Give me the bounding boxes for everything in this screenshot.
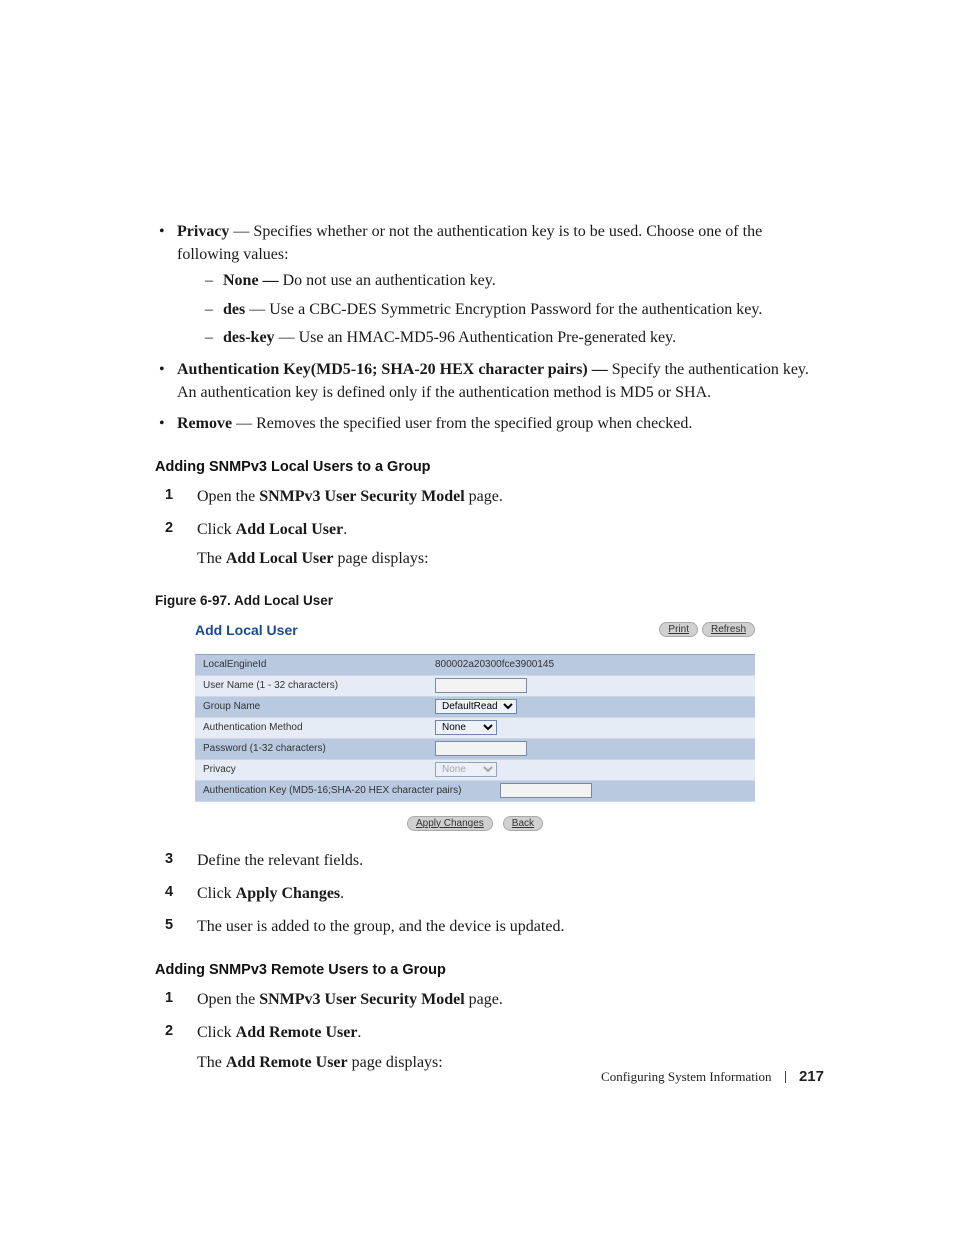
screenshot-title: Add Local User — [195, 622, 298, 638]
value-localengine: 800002a20300fce3900145 — [433, 659, 554, 670]
row-localengine: LocalEngineId 800002a20300fce3900145 — [195, 655, 755, 676]
step-post: page. — [465, 991, 503, 1008]
apply-changes-button[interactable]: Apply Changes — [407, 816, 493, 831]
step-text: The user is added to the group, and the … — [197, 918, 564, 935]
step-bold: SNMPv3 User Security Model — [259, 991, 464, 1008]
step-num: 3 — [165, 849, 173, 870]
label-auth: Authentication Method — [195, 722, 433, 733]
sub-pre: The — [197, 550, 226, 567]
privacy-none: None — Do not use an authentication key. — [201, 270, 824, 292]
authkey-label: Authentication Key(MD5-16; SHA-20 HEX ch… — [177, 361, 612, 378]
step-3: 3 Define the relevant fields. — [155, 849, 824, 872]
step-num: 5 — [165, 915, 173, 936]
row-group: Group Name DefaultRead — [195, 697, 755, 718]
auth-select[interactable]: None — [435, 720, 497, 735]
remove-label: Remove — [177, 415, 232, 432]
top-bullet-list: Privacy — Specifies whether or not the a… — [155, 220, 824, 435]
step-pre: Click — [197, 885, 236, 902]
step-local-1: 1 Open the SNMPv3 User Security Model pa… — [155, 485, 824, 508]
step-bold: Add Remote User — [236, 1024, 358, 1041]
privacy-none-label: None — — [223, 272, 283, 289]
step-post: page. — [465, 488, 503, 505]
privacy-none-desc: Do not use an authentication key. — [283, 272, 496, 289]
screenshot-buttons: Print Refresh — [659, 622, 755, 637]
step-4: 4 Click Apply Changes. — [155, 882, 824, 905]
heading-remote: Adding SNMPv3 Remote Users to a Group — [155, 962, 824, 978]
steps-local: 1 Open the SNMPv3 User Security Model pa… — [155, 485, 824, 571]
footer-separator — [785, 1071, 786, 1083]
privacy-sublist: None — Do not use an authentication key.… — [177, 270, 824, 349]
step-text: Click — [197, 1024, 236, 1041]
step-bold: Add Local User — [236, 521, 344, 538]
step-num: 1 — [165, 485, 173, 506]
step-num: 2 — [165, 518, 173, 539]
heading-local: Adding SNMPv3 Local Users to a Group — [155, 459, 824, 475]
privacy-des-label: des — [223, 301, 245, 318]
step-bold: SNMPv3 User Security Model — [259, 488, 464, 505]
sub-pre: The — [197, 1054, 226, 1071]
remove-desc: — Removes the specified user from the sp… — [232, 415, 692, 432]
step-local-2: 2 Click Add Local User. The Add Local Us… — [155, 518, 824, 570]
privacy-des: des — Use a CBC-DES Symmetric Encryption… — [201, 299, 824, 321]
row-privacy: Privacy None — [195, 760, 755, 781]
steps-after: 3 Define the relevant fields. 4 Click Ap… — [155, 849, 824, 939]
step-text: Define the relevant fields. — [197, 852, 363, 869]
label-username: User Name (1 - 32 characters) — [195, 680, 433, 691]
step-sub: The Add Local User page displays: — [197, 547, 824, 570]
sub-post: page displays: — [348, 1054, 443, 1071]
sub-post: page displays: — [333, 550, 428, 567]
step-text: Open the — [197, 488, 259, 505]
step-text: Open the — [197, 991, 259, 1008]
password-input[interactable] — [435, 741, 527, 756]
sub-bold: Add Remote User — [226, 1054, 348, 1071]
refresh-button[interactable]: Refresh — [702, 622, 755, 637]
page: Privacy — Specifies whether or not the a… — [0, 0, 954, 1235]
username-input[interactable] — [435, 678, 527, 693]
step-bold: Apply Changes — [236, 885, 340, 902]
row-authkey: Authentication Key (MD5-16;SHA-20 HEX ch… — [195, 781, 755, 802]
label-group: Group Name — [195, 701, 433, 712]
screenshot-header: Add Local User Print Refresh — [195, 622, 755, 638]
label-authkey: Authentication Key (MD5-16;SHA-20 HEX ch… — [195, 785, 498, 796]
authkey-input[interactable] — [500, 783, 592, 798]
row-username: User Name (1 - 32 characters) — [195, 676, 755, 697]
privacy-label: Privacy — [177, 223, 229, 240]
bullet-privacy: Privacy — Specifies whether or not the a… — [155, 220, 824, 350]
privacy-des-desc: — Use a CBC-DES Symmetric Encryption Pas… — [245, 301, 762, 318]
row-auth: Authentication Method None — [195, 718, 755, 739]
step-text: Click — [197, 521, 236, 538]
label-password: Password (1-32 characters) — [195, 743, 433, 754]
screenshot-form: LocalEngineId 800002a20300fce3900145 Use… — [195, 654, 755, 802]
sub-bold: Add Local User — [226, 550, 334, 567]
label-privacy: Privacy — [195, 764, 433, 775]
step-remote-1: 1 Open the SNMPv3 User Security Model pa… — [155, 988, 824, 1011]
label-localengine: LocalEngineId — [195, 659, 433, 670]
bullet-remove: Remove — Removes the specified user from… — [155, 412, 824, 435]
step-num: 4 — [165, 882, 173, 903]
privacy-deskey-desc: — Use an HMAC-MD5-96 Authentication Pre-… — [275, 329, 677, 346]
step-5: 5 The user is added to the group, and th… — [155, 915, 824, 938]
bullet-authkey: Authentication Key(MD5-16; SHA-20 HEX ch… — [155, 358, 824, 404]
privacy-deskey-label: des-key — [223, 329, 275, 346]
privacy-deskey: des-key — Use an HMAC-MD5-96 Authenticat… — [201, 327, 824, 349]
group-select[interactable]: DefaultRead — [435, 699, 517, 714]
page-footer: Configuring System Information 217 — [601, 1068, 824, 1085]
footer-section: Configuring System Information — [601, 1069, 771, 1084]
step-num: 2 — [165, 1021, 173, 1042]
print-button[interactable]: Print — [659, 622, 698, 637]
privacy-desc: — Specifies whether or not the authentic… — [177, 223, 762, 263]
step-post: . — [357, 1024, 361, 1041]
back-button[interactable]: Back — [503, 816, 543, 831]
step-num: 1 — [165, 988, 173, 1009]
page-number: 217 — [799, 1068, 824, 1085]
step-remote-2: 2 Click Add Remote User. The Add Remote … — [155, 1021, 824, 1073]
row-password: Password (1-32 characters) — [195, 739, 755, 760]
steps-remote: 1 Open the SNMPv3 User Security Model pa… — [155, 988, 824, 1074]
screenshot-add-local-user: Add Local User Print Refresh LocalEngine… — [195, 622, 755, 831]
figure-caption: Figure 6-97. Add Local User — [155, 593, 824, 608]
screenshot-actions: Apply Changes Back — [195, 816, 755, 831]
privacy-select[interactable]: None — [435, 762, 497, 777]
step-post: . — [343, 521, 347, 538]
step-post: . — [340, 885, 344, 902]
